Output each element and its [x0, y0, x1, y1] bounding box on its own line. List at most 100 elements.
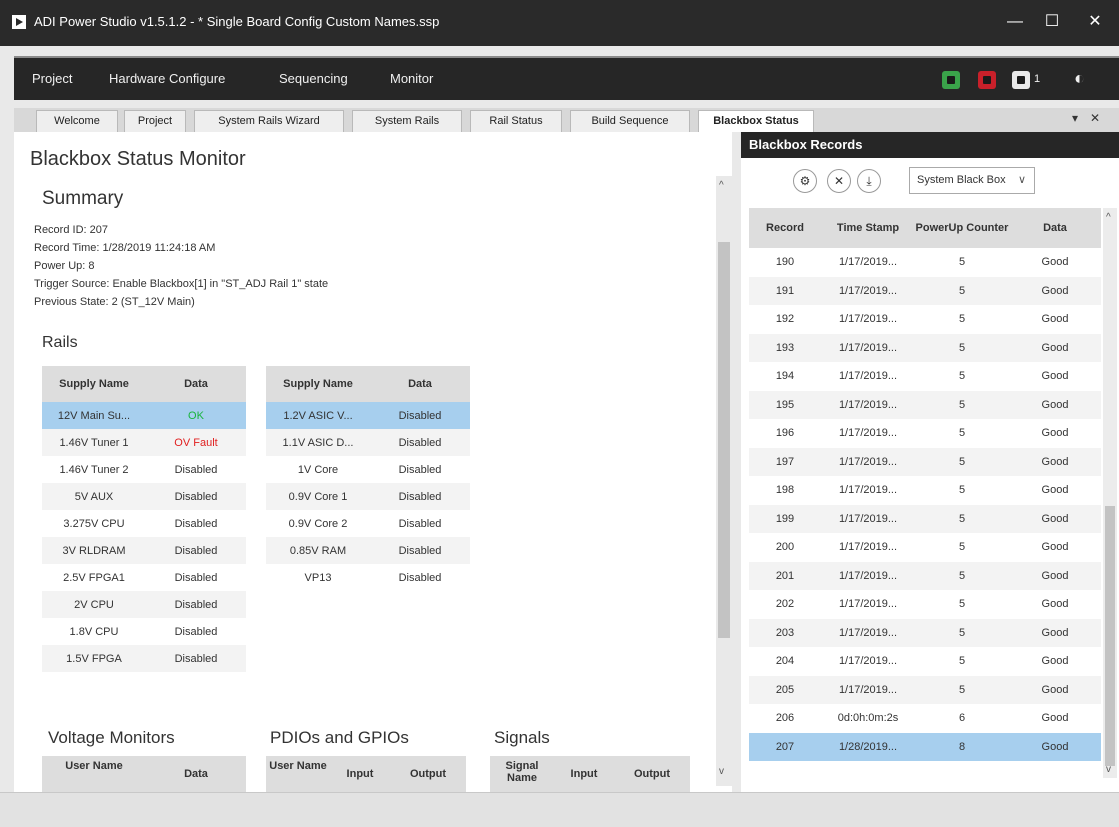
- record-row[interactable]: 194 1/17/2019... 5 Good: [749, 362, 1101, 391]
- tab-project[interactable]: Project: [124, 110, 186, 132]
- rail-data: Disabled: [370, 429, 470, 456]
- record-row[interactable]: 195 1/17/2019... 5 Good: [749, 390, 1101, 419]
- rail-row[interactable]: 1.5V FPGA Disabled: [42, 645, 246, 672]
- record-time-stamp: 1/17/2019...: [821, 447, 915, 476]
- rail-data: Disabled: [146, 591, 246, 618]
- monitor-scrollbar[interactable]: ^ v: [716, 176, 732, 786]
- scroll-thumb[interactable]: [1105, 506, 1115, 766]
- record-row[interactable]: 206 0d:0h:0m:2s 6 Good: [749, 704, 1101, 733]
- record-time-stamp: 1/17/2019...: [838, 655, 898, 668]
- rail-row[interactable]: 2V CPU Disabled: [42, 591, 246, 618]
- record-number: 191: [749, 276, 821, 305]
- col-user-name: User Name: [42, 756, 146, 792]
- menu-sequencing[interactable]: Sequencing: [279, 71, 348, 86]
- record-time-stamp: 1/17/2019...: [838, 370, 898, 383]
- record-row[interactable]: 197 1/17/2019... 5 Good: [749, 447, 1101, 476]
- record-row[interactable]: 198 1/17/2019... 5 Good: [749, 476, 1101, 505]
- rail-row[interactable]: 1.46V Tuner 1 OV Fault: [42, 429, 246, 456]
- scroll-down-icon[interactable]: v: [719, 766, 724, 777]
- rail-row[interactable]: 0.85V RAM Disabled: [266, 537, 470, 564]
- rail-row[interactable]: 1.2V ASIC V... Disabled: [266, 402, 470, 429]
- rail-row[interactable]: 0.9V Core 1 Disabled: [266, 483, 470, 510]
- tab-close-icon[interactable]: ✕: [1090, 111, 1100, 125]
- col-output: Output: [614, 756, 690, 792]
- col-user-name: User Name: [266, 756, 330, 792]
- menu-project[interactable]: Project: [32, 71, 72, 86]
- rail-data: Disabled: [174, 571, 218, 584]
- record-time-stamp: 1/17/2019...: [838, 484, 898, 497]
- tab-welcome[interactable]: Welcome: [36, 110, 118, 132]
- record-row[interactable]: 207 1/28/2019... 8 Good: [749, 732, 1101, 761]
- col-data: Data: [146, 366, 246, 402]
- record-powerup-counter: 5: [958, 484, 966, 497]
- rail-row[interactable]: 12V Main Su... OK: [42, 402, 246, 429]
- rail-row[interactable]: 2.5V FPGA1 Disabled: [42, 564, 246, 591]
- record-row[interactable]: 196 1/17/2019... 5 Good: [749, 419, 1101, 448]
- power-icon[interactable]: ◐: [1074, 68, 1085, 89]
- menu-hardware-configure[interactable]: Hardware Configure: [109, 71, 225, 86]
- menu-monitor[interactable]: Monitor: [390, 71, 433, 86]
- rail-row[interactable]: 0.9V Core 2 Disabled: [266, 510, 470, 537]
- rail-row[interactable]: 5V AUX Disabled: [42, 483, 246, 510]
- rail-row[interactable]: 1V Core Disabled: [266, 456, 470, 483]
- rail-supply-name: 1V Core: [297, 463, 339, 476]
- chip-white-icon[interactable]: [1012, 71, 1030, 89]
- record-powerup-counter: 5: [915, 447, 1009, 476]
- record-time-stamp: 1/17/2019...: [838, 313, 898, 326]
- record-row[interactable]: 199 1/17/2019... 5 Good: [749, 504, 1101, 533]
- power-up: Power Up: 8: [34, 260, 95, 272]
- record-row[interactable]: 203 1/17/2019... 5 Good: [749, 618, 1101, 647]
- previous-state: Previous State: 2 (ST_12V Main): [34, 296, 195, 308]
- rail-data: Disabled: [146, 483, 246, 510]
- scroll-up-icon[interactable]: ^: [1106, 212, 1111, 223]
- rail-row[interactable]: 1.1V ASIC D... Disabled: [266, 429, 470, 456]
- record-data: Good: [1041, 541, 1069, 554]
- record-row[interactable]: 205 1/17/2019... 5 Good: [749, 675, 1101, 704]
- scroll-thumb[interactable]: [718, 242, 730, 638]
- record-row[interactable]: 204 1/17/2019... 5 Good: [749, 647, 1101, 676]
- record-data: Good: [1041, 370, 1069, 383]
- record-row[interactable]: 193 1/17/2019... 5 Good: [749, 333, 1101, 362]
- rail-row[interactable]: VP13 Disabled: [266, 564, 470, 591]
- scroll-up-icon[interactable]: ^: [719, 180, 724, 191]
- record-row[interactable]: 200 1/17/2019... 5 Good: [749, 533, 1101, 562]
- rail-row[interactable]: 3V RLDRAM Disabled: [42, 537, 246, 564]
- record-row[interactable]: 202 1/17/2019... 5 Good: [749, 590, 1101, 619]
- download-icon[interactable]: ⤓: [857, 169, 881, 193]
- rail-row[interactable]: 3.275V CPU Disabled: [42, 510, 246, 537]
- tab-rail-status[interactable]: Rail Status: [470, 110, 562, 132]
- blackbox-selector[interactable]: System Black Box ∨: [909, 167, 1035, 194]
- clear-icon[interactable]: ✕: [827, 169, 851, 193]
- record-row[interactable]: 190 1/17/2019... 5 Good: [749, 248, 1101, 277]
- record-row[interactable]: 192 1/17/2019... 5 Good: [749, 305, 1101, 334]
- chip-red-icon[interactable]: [978, 71, 996, 89]
- col-data: Data: [146, 756, 246, 792]
- rail-row[interactable]: 1.8V CPU Disabled: [42, 618, 246, 645]
- tab-dropdown-icon[interactable]: ▾: [1072, 111, 1078, 125]
- maximize-button[interactable]: ☐: [1037, 10, 1067, 34]
- record-row[interactable]: 191 1/17/2019... 5 Good: [749, 276, 1101, 305]
- rail-data: Disabled: [398, 517, 442, 530]
- rail-data: Disabled: [370, 537, 470, 564]
- record-number: 199: [749, 504, 821, 533]
- chip-refresh-icon[interactable]: ⚙: [793, 169, 817, 193]
- record-powerup-counter: 5: [958, 655, 966, 668]
- record-data: Good: [1041, 427, 1069, 440]
- records-scrollbar[interactable]: ^ v: [1103, 208, 1117, 778]
- rail-row[interactable]: 1.46V Tuner 2 Disabled: [42, 456, 246, 483]
- tab-build-sequence[interactable]: Build Sequence: [570, 110, 690, 132]
- record-data: Good: [1009, 732, 1101, 761]
- minimize-button[interactable]: —: [1000, 10, 1030, 34]
- rail-supply-name: 1.2V ASIC V...: [266, 402, 370, 429]
- records-table: Record Time Stamp PowerUp Counter Data 1…: [749, 208, 1101, 761]
- tab-system-rails-wizard[interactable]: System Rails Wizard: [194, 110, 344, 132]
- record-data: Good: [1009, 675, 1101, 704]
- tab-system-rails[interactable]: System Rails: [352, 110, 462, 132]
- tab-blackbox-status[interactable]: Blackbox Status: [698, 110, 814, 132]
- chip-green-icon[interactable]: [942, 71, 960, 89]
- record-row[interactable]: 201 1/17/2019... 5 Good: [749, 561, 1101, 590]
- record-number: 203: [749, 618, 821, 647]
- close-button[interactable]: ✕: [1080, 10, 1110, 34]
- scroll-down-icon[interactable]: v: [1106, 764, 1111, 775]
- record-powerup-counter: 5: [915, 675, 1009, 704]
